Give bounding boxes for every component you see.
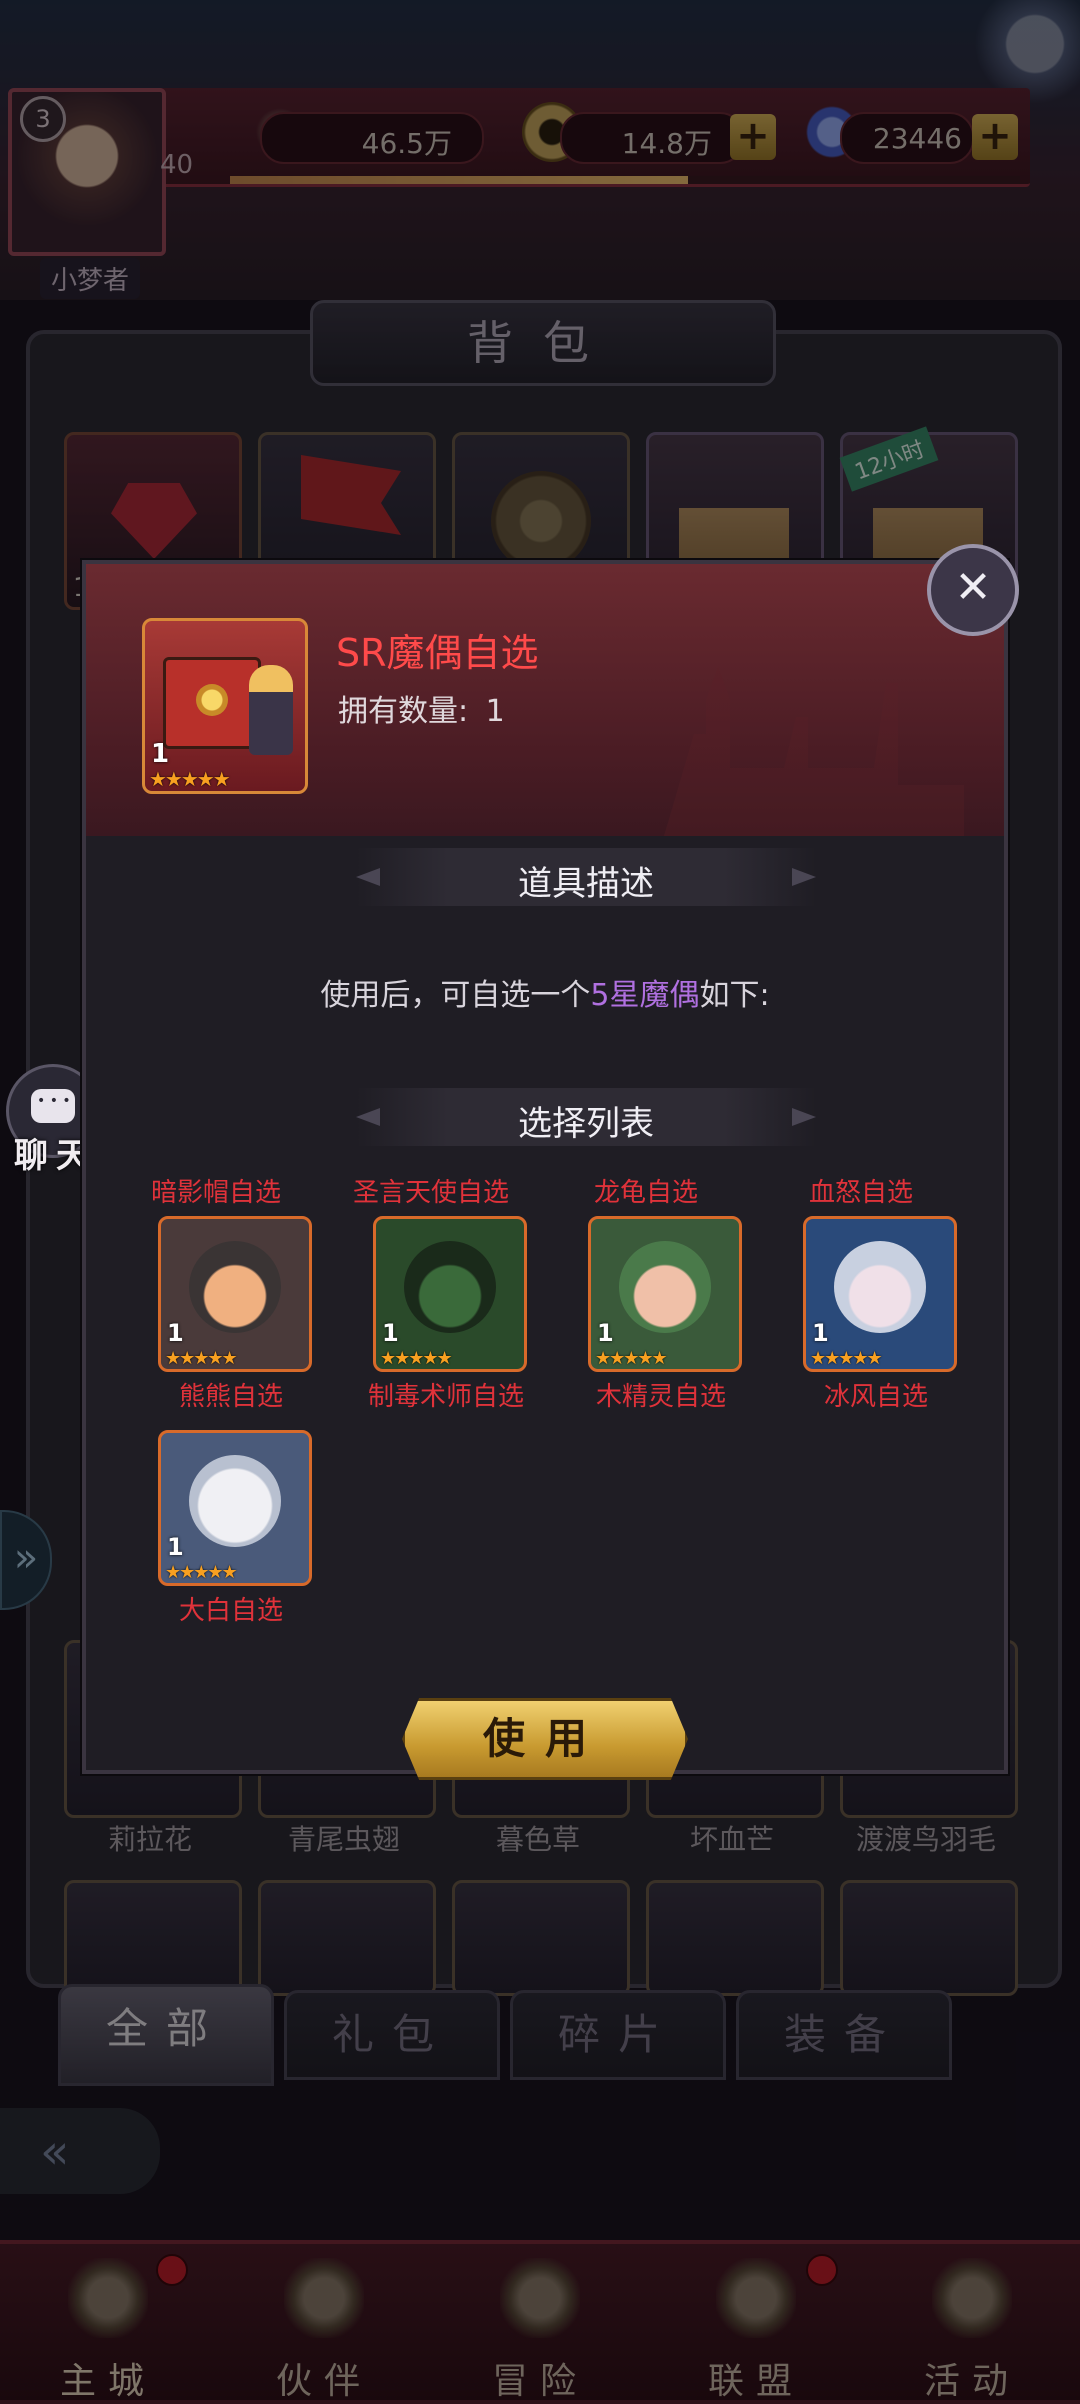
choice-label-bottom: 冰风自选 <box>823 1382 928 1412</box>
bear-hood-character <box>189 1241 281 1333</box>
modal-header: 1 ★★★★★ SR魔偶自选 拥有数量: 1 <box>86 564 1004 836</box>
choice-label-top: 暗影帽自选 <box>150 1178 281 1208</box>
use-button[interactable]: 使用 <box>402 1698 688 1780</box>
choice-count: 1 <box>382 1319 399 1347</box>
item-icon: 1 ★★★★★ <box>142 618 308 794</box>
section-title: 选择列表 <box>518 1104 654 1144</box>
choice-portrait[interactable]: 1 ★★★★★ <box>158 1216 312 1372</box>
section-header-description: 道具描述 <box>356 848 816 906</box>
owned-label: 拥有数量: <box>338 694 469 729</box>
treasure-chest-icon <box>163 657 261 749</box>
choice-label-bottom: 制毒术师自选 <box>367 1382 524 1412</box>
choice-stars: ★★★★★ <box>380 1348 453 1369</box>
section-title: 道具描述 <box>518 864 654 904</box>
desc-highlight: 5星魔偶 <box>590 978 700 1013</box>
choice-count: 1 <box>167 1319 184 1347</box>
choice-label-bottom: 木精灵自选 <box>595 1382 726 1412</box>
item-count: 1 <box>151 739 170 769</box>
owned-value: 1 <box>485 694 505 729</box>
choice-portrait[interactable]: 1 ★★★★★ <box>588 1216 742 1372</box>
choice-portrait[interactable]: 1 ★★★★★ <box>373 1216 527 1372</box>
item-owned-count: 拥有数量: 1 <box>338 686 505 730</box>
item-star-rating: ★★★★★ <box>149 767 231 791</box>
choice-count: 1 <box>597 1319 614 1347</box>
choice-stars: ★★★★★ <box>810 1348 883 1369</box>
desc-suffix: 如下: <box>699 978 770 1013</box>
choice-count: 1 <box>167 1533 184 1561</box>
desc-prefix: 使用后，可自选一个 <box>320 978 591 1013</box>
castle-silhouette <box>664 666 964 836</box>
polar-bear-character <box>189 1455 281 1547</box>
choice-count: 1 <box>812 1319 829 1347</box>
choice-label-top: 龙龟自选 <box>593 1178 698 1208</box>
choice-label-top: 血怒自选 <box>808 1178 913 1208</box>
chat-bubble-icon <box>31 1089 75 1123</box>
choice-portrait[interactable]: 1 ★★★★★ <box>803 1216 957 1372</box>
choice-stars: ★★★★★ <box>595 1348 668 1369</box>
choice-portrait[interactable]: 1 ★★★★★ <box>158 1430 312 1586</box>
puppet-figure-icon <box>249 665 293 755</box>
ice-wind-character <box>834 1241 926 1333</box>
choice-stars: ★★★★★ <box>165 1562 238 1583</box>
item-detail-modal: 1 ★★★★★ SR魔偶自选 拥有数量: 1 道具描述 使用后，可自选一个5星魔… <box>82 560 1008 1780</box>
choice-label-bottom: 熊熊自选 <box>178 1382 283 1412</box>
choice-stars: ★★★★★ <box>165 1348 238 1369</box>
choice-label-bottom: 大白自选 <box>178 1596 283 1626</box>
item-description: 使用后，可自选一个5星魔偶如下: <box>86 970 1004 1014</box>
choice-label-top: 圣言天使自选 <box>352 1178 509 1208</box>
section-header-choices: 选择列表 <box>356 1088 816 1146</box>
wood-elf-character <box>619 1241 711 1333</box>
poison-master-character <box>404 1241 496 1333</box>
close-icon[interactable]: ✕ <box>927 544 1019 636</box>
item-title: SR魔偶自选 <box>336 631 539 675</box>
